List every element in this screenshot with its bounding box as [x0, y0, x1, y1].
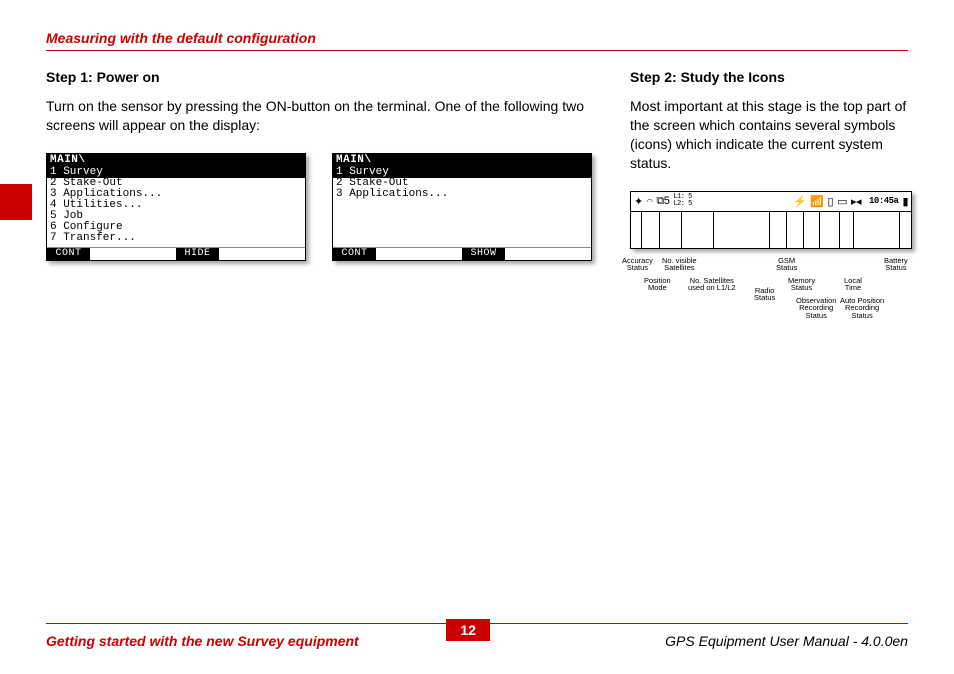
footer-left-text: Getting started with the new Survey equi…	[46, 633, 359, 649]
memory-icon: ▯	[828, 195, 834, 208]
lcd2-fk-6	[548, 248, 591, 260]
lead-used	[713, 212, 714, 248]
column-right: Step 2: Study the Icons Most important a…	[630, 69, 908, 359]
label-local: LocalTime	[844, 277, 862, 292]
footer-right-text: GPS Equipment User Manual - 4.0.0en	[665, 633, 908, 649]
label-autopos: Auto PositionRecordingStatus	[840, 297, 884, 320]
header-rule	[46, 50, 908, 51]
lead-visible	[681, 212, 682, 248]
lcd2-fk-4: SHOW	[462, 248, 505, 260]
lcd1-fk-1: CONT	[47, 248, 90, 260]
lead-gsm	[786, 212, 787, 248]
lead-autopos	[839, 212, 840, 248]
icon-bar-diagram: ✦ 𝄐 ⧉5 L1: 5L2: 5 ⚡ 📶 ▯ ▭ ▸◂ 10:45a ▮	[630, 191, 912, 249]
step1-body: Turn on the sensor by pressing the ON-bu…	[46, 97, 602, 135]
lead-position	[659, 212, 660, 248]
icon-labels: AccuracyStatus PositionMode No. visibleS…	[630, 249, 912, 359]
page-number: 12	[446, 619, 490, 641]
step1-heading: Step 1: Power on	[46, 69, 602, 85]
label-obs: ObservationRecordingStatus	[796, 297, 836, 320]
lcd2-fk-2	[376, 248, 419, 260]
label-radio: RadioStatus	[754, 287, 775, 302]
label-gsm: GSMStatus	[776, 257, 797, 272]
step2-body: Most important at this stage is the top …	[630, 97, 908, 173]
lead-memory	[803, 212, 804, 248]
lcd-screen-1: MAIN\ 1 Survey 2 Stake-Out 3 Application…	[46, 153, 306, 261]
column-left: Step 1: Power on Turn on the sensor by p…	[46, 69, 602, 359]
section-title: Measuring with the default configuration	[46, 30, 908, 50]
radio-icon: ⚡	[793, 195, 806, 208]
lead-battery	[899, 212, 900, 248]
lcd1-fk-4: HIDE	[176, 248, 219, 260]
l1l2-readout: L1: 5L2: 5	[673, 194, 692, 208]
page-footer: Getting started with the new Survey equi…	[46, 623, 908, 652]
lcd2-title: MAIN\	[333, 154, 591, 167]
lead-accuracy	[641, 212, 642, 248]
battery-icon: ▮	[902, 195, 908, 208]
lcd2-fk-5	[505, 248, 548, 260]
lcd1-fk-3	[133, 248, 176, 260]
obs-rec-icon: ▭	[837, 195, 847, 208]
label-battery: BatteryStatus	[884, 257, 908, 272]
lead-obs	[819, 212, 820, 248]
satellite-icon: ⧉5	[656, 195, 669, 208]
lcd1-line-7: 7 Transfer...	[47, 233, 305, 244]
margin-red-block	[0, 184, 32, 220]
lcd-screen-2: MAIN\ 1 Survey 2 Stake-Out 3 Application…	[332, 153, 592, 261]
lcd1-fk-6	[262, 248, 305, 260]
lcd1-line-4: 4 Utilities...	[47, 200, 305, 211]
lcd1-title: MAIN\	[47, 154, 305, 167]
lead-local	[853, 212, 854, 248]
label-memory: MemoryStatus	[788, 277, 815, 292]
local-time-readout: 10:45a	[869, 196, 898, 206]
page-content: Measuring with the default configuration…	[46, 30, 908, 644]
position-icon: 𝄐	[647, 195, 653, 208]
label-accuracy: AccuracyStatus	[622, 257, 653, 272]
label-used: No. Satellitesused on L1/L2	[688, 277, 736, 292]
label-visible: No. visibleSatellites	[662, 257, 697, 272]
lcd2-fk-1: CONT	[333, 248, 376, 260]
lcd1-fk-5	[219, 248, 262, 260]
accuracy-icon: ✦	[634, 195, 643, 208]
lcd2-fk-3	[419, 248, 462, 260]
lcd2-line-3: 3 Applications...	[333, 189, 591, 200]
lcd1-fk-2	[90, 248, 133, 260]
autopos-icon: ▸◂	[851, 195, 861, 208]
lead-radio	[769, 212, 770, 248]
lcd1-footer: CONT HIDE	[47, 247, 305, 260]
step2-heading: Step 2: Study the Icons	[630, 69, 908, 85]
lcd2-footer: CONT SHOW	[333, 247, 591, 260]
label-position: PositionMode	[644, 277, 671, 292]
gsm-icon: 📶	[810, 195, 823, 208]
